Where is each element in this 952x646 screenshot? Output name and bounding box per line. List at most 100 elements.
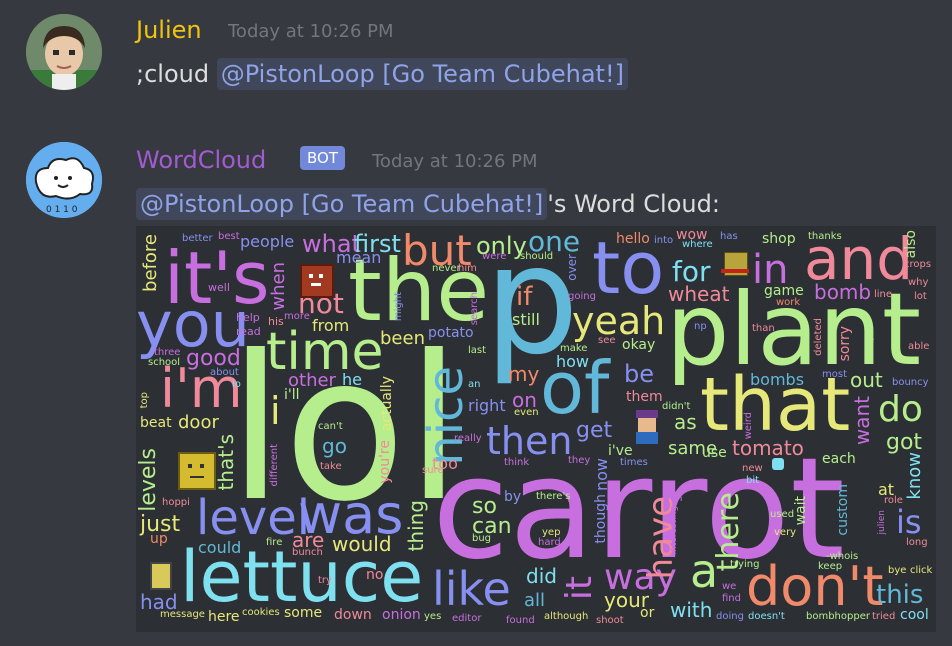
cloud-word: should	[520, 251, 554, 262]
cloud-word: nice	[418, 366, 474, 466]
cloud-word: want	[850, 396, 874, 446]
cloud-word: interesting	[669, 506, 679, 555]
cloud-word: although	[544, 611, 589, 622]
cloud-word: i've	[608, 443, 633, 459]
cloud-word: sure	[422, 465, 444, 476]
cloud-word: bit	[746, 475, 760, 486]
cloud-word: able	[908, 341, 930, 352]
cloud-word: hoppi	[162, 497, 190, 508]
cloud-word: well	[208, 281, 230, 294]
cloud-word: by	[504, 489, 522, 505]
cloud-word: e	[868, 335, 875, 346]
cloud-word: bombs	[750, 370, 805, 389]
cloud-word: potato	[428, 325, 474, 341]
cloud-word: io	[232, 379, 241, 390]
cloud-word: levels	[136, 448, 161, 512]
cloud-word: keep	[818, 561, 843, 572]
cloud-word: people	[240, 232, 295, 251]
cloud-word: np	[694, 321, 707, 332]
cloud-word: message	[160, 609, 205, 620]
cloud-word: actually	[379, 376, 395, 432]
cloud-word: crops	[904, 259, 932, 270]
cloud-word: where	[682, 239, 713, 250]
cloud-word: bunch	[292, 547, 323, 558]
cloud-word: last	[468, 345, 487, 356]
cloud-word: editor	[452, 613, 482, 624]
cloud-word: then	[486, 419, 573, 463]
cloud-word: game	[764, 283, 804, 299]
cloud-word: my	[508, 362, 540, 386]
julien-message-text: ;cloud @PistonLoop [Go Team Cubehat!]	[136, 58, 628, 90]
wordcloud-avatar[interactable]: 0 1 1 0	[26, 142, 102, 218]
cloud-word: from	[312, 316, 350, 335]
cloud-word: better	[182, 233, 213, 244]
cloud-word: there's	[536, 491, 571, 502]
cloud-word: this	[876, 580, 924, 610]
cloud-word: that's	[214, 434, 238, 491]
cloud-word: -whois	[826, 551, 859, 562]
cloud-word: into	[654, 235, 674, 246]
cloud-word: why	[908, 277, 929, 288]
cloud-word: use	[702, 445, 727, 461]
cloud-word: oh	[670, 493, 683, 504]
cloud-word: wheat	[668, 282, 730, 306]
cloud-word: bombhopper	[806, 611, 870, 622]
word-cloud-image[interactable]: lol carrot p plant the that it's to and …	[136, 226, 936, 632]
cloud-word: didn't	[662, 401, 691, 412]
cloud-word: his	[268, 315, 284, 328]
cloud-word: more	[284, 311, 310, 322]
julien-avatar[interactable]	[26, 14, 102, 90]
cloud-word: find	[722, 593, 741, 604]
cloud-word: most	[822, 369, 847, 380]
cloud-word: do	[878, 389, 923, 430]
wordcloud-mention[interactable]: @PistonLoop [Go Team Cubehat!]	[136, 188, 548, 220]
cloud-word: some	[284, 605, 323, 621]
cloud-word: very	[774, 527, 797, 538]
cloud-word: bug	[472, 533, 492, 544]
cloud-word: mean	[336, 248, 382, 267]
wordcloud-timestamp: Today at 10:26 PM	[372, 151, 538, 172]
cloud-word: thing	[404, 500, 428, 552]
cloud-word: be	[624, 360, 654, 388]
cloud-word: also	[903, 230, 919, 259]
cloud-word: used	[770, 509, 795, 520]
cloud-word: has	[720, 231, 738, 242]
cloud-word: lot	[914, 291, 927, 302]
cloud-word: is	[896, 503, 922, 541]
cloud-word: shoot	[596, 615, 624, 626]
wordcloud-author-name[interactable]: WordCloud	[136, 146, 266, 174]
cloud-word: door	[178, 412, 219, 433]
cloud-word: onion	[382, 607, 421, 623]
cloud-word: long	[906, 537, 928, 548]
cloud-word: i	[270, 389, 281, 433]
cloud-word: make	[560, 343, 588, 354]
cloud-word: okay	[622, 337, 656, 353]
cloud-word: doesn't	[748, 611, 785, 622]
cloud-word: here	[208, 609, 240, 625]
cloud-word: take	[320, 461, 342, 472]
cloud-word: fire	[266, 537, 283, 548]
cloud-word: would	[332, 532, 392, 556]
cloud-word: cool	[900, 607, 929, 623]
julien-author-name[interactable]: Julien	[136, 16, 202, 44]
cloud-word: tried	[872, 611, 896, 622]
cloud-word: beat	[140, 415, 172, 431]
cloud-word: how	[556, 352, 590, 371]
cloud-word: over	[565, 254, 579, 281]
cloud-word: deleted	[813, 318, 824, 356]
cloud-word: shop	[762, 231, 796, 247]
cloud-word: before	[140, 234, 161, 292]
message-julien: Julien Today at 10:26 PM ;cloud @PistonL…	[0, 0, 952, 110]
cloud-word: click	[910, 565, 933, 576]
cloud-word: try	[318, 575, 332, 586]
julien-mention[interactable]: @PistonLoop [Go Team Cubehat!]	[216, 58, 628, 90]
cloud-word: even	[514, 407, 539, 418]
cloud-word: or	[640, 605, 655, 621]
cloud-word: cookies	[242, 607, 280, 618]
cloud-word: found	[506, 615, 535, 626]
cloud-word: weird	[743, 412, 754, 440]
cloud-word: if	[516, 282, 533, 312]
cloud-word: hard	[538, 537, 561, 548]
svg-text:0 1 1 0: 0 1 1 0	[46, 205, 78, 215]
cloud-word: top	[139, 392, 150, 409]
